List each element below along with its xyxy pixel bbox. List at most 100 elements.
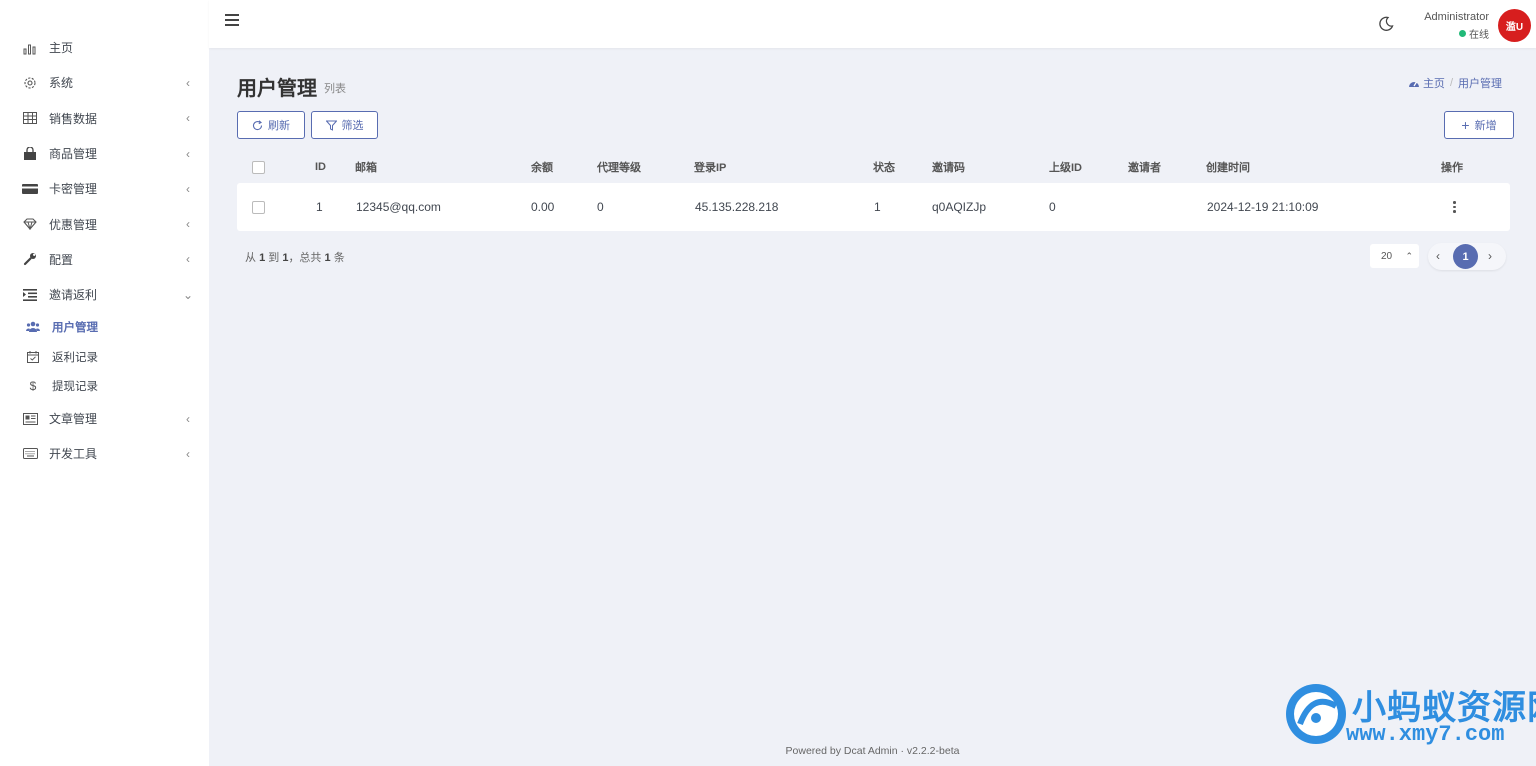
pagination-summary: 从 1 到 1，总共 1 条 — [245, 249, 345, 265]
sidebar-subitem-label: 返利记录 — [52, 351, 98, 364]
row-checkbox[interactable] — [252, 183, 265, 231]
sidebar-subitem-withdraw-records[interactable]: $ 提现记录 — [0, 371, 209, 401]
column-header-invite-code: 邀请码 — [932, 162, 965, 174]
sidebar-item-products[interactable]: 商品管理 ‹ — [0, 136, 209, 171]
newspaper-icon — [22, 411, 38, 427]
keyboard-icon — [22, 446, 38, 462]
column-header-agent-level: 代理等级 — [597, 162, 641, 174]
sidebar-item-system[interactable]: 系统 ‹ — [0, 65, 209, 100]
breadcrumb-home-label: 主页 — [1422, 78, 1445, 90]
current-page-button[interactable]: 1 — [1453, 244, 1478, 269]
avatar[interactable]: 滥U — [1498, 9, 1531, 42]
sidebar-item-label: 商品管理 — [49, 147, 98, 162]
per-page-value: 20 — [1381, 250, 1393, 262]
pagination-control: ‹ 1 › — [1428, 243, 1506, 270]
user-status-label: 在线 — [1469, 30, 1489, 41]
sidebar-item-label: 销售数据 — [49, 111, 98, 126]
breadcrumb-separator: / — [1449, 77, 1453, 89]
column-header-balance: 余额 — [531, 162, 553, 174]
sidebar-item-dev-tools[interactable]: 开发工具 ‹ — [0, 436, 209, 471]
users-icon — [26, 320, 40, 334]
table-icon — [22, 110, 38, 126]
column-header-actions: 操作 — [1441, 162, 1463, 174]
filter-icon — [325, 120, 337, 131]
sidebar-item-home[interactable]: 主页 — [0, 30, 209, 65]
plus-icon: + — [1461, 117, 1470, 133]
sidebar-item-sales-data[interactable]: 销售数据 ‹ — [0, 101, 209, 136]
add-new-button[interactable]: + 新增 — [1444, 111, 1514, 139]
sidebar-item-label: 文章管理 — [49, 412, 98, 427]
sidebar-item-articles[interactable]: 文章管理 ‹ — [0, 401, 209, 436]
shopping-bag-icon — [22, 146, 38, 162]
summary-unit: 条 — [333, 252, 345, 264]
chevron-left-icon: ‹ — [186, 111, 190, 126]
sidebar-item-label: 主页 — [49, 41, 74, 56]
cell-created-at: 2024-12-19 21:10:09 — [1207, 200, 1319, 214]
online-dot-icon — [1459, 30, 1466, 37]
cell-email: 12345@qq.com — [356, 200, 441, 214]
sidebar-item-label: 系统 — [49, 76, 74, 91]
summary-from-label: 从 — [245, 252, 256, 264]
add-new-label: 新增 — [1474, 120, 1497, 132]
sidebar-subitem-label: 提现记录 — [52, 381, 98, 394]
indent-list-icon — [22, 287, 38, 303]
column-header-id[interactable]: ID — [315, 152, 326, 182]
column-header-parent-id: 上级ID — [1049, 162, 1082, 174]
chevron-up-icon: ⌃ — [1405, 250, 1413, 261]
user-name[interactable]: Administrator — [1424, 11, 1489, 23]
sidebar-submenu: 用户管理 返利记录 $ 提现记录 — [0, 312, 209, 401]
menu-toggle-icon[interactable] — [225, 14, 239, 26]
cell-parent-id: 0 — [1049, 200, 1056, 214]
refresh-label: 刷新 — [268, 120, 290, 132]
wrench-icon — [22, 251, 38, 267]
refresh-button[interactable]: 刷新 — [237, 111, 305, 139]
page-title: 用户管理 — [237, 78, 317, 100]
cell-status: 1 — [874, 200, 881, 214]
sidebar-item-discounts[interactable]: 优惠管理 ‹ — [0, 206, 209, 241]
user-status: 在线 — [1459, 26, 1489, 41]
sidebar-item-card-keys[interactable]: 卡密管理 ‹ — [0, 171, 209, 206]
sidebar-subitem-rebate-records[interactable]: 返利记录 — [0, 342, 209, 372]
sidebar-item-label: 邀请返利 — [49, 288, 98, 303]
summary-total-label: ，总共 — [288, 252, 322, 264]
chevron-down-icon: ⌄ — [183, 287, 194, 302]
sidebar-item-config[interactable]: 配置 ‹ — [0, 242, 209, 277]
select-all-checkbox[interactable] — [252, 152, 265, 182]
table-row: 1 12345@qq.com 0.00 0 45.135.228.218 1 q… — [237, 183, 1510, 231]
column-header-login-ip: 登录IP — [694, 162, 727, 174]
sidebar-subitem-label: 用户管理 — [52, 322, 98, 335]
table-header: ID 邮箱 余额 代理等级 登录IP 状态 邀请码 上级ID 邀请者 创建时间 … — [237, 152, 1514, 182]
watermark: 小蚂蚁资源网 www.xmy7.com — [1280, 678, 1536, 766]
dashboard-icon — [1408, 81, 1419, 87]
filter-button[interactable]: 筛选 — [311, 111, 378, 139]
sidebar-menu: 主页 系统 ‹ 销售数据 ‹ 商品管理 ‹ 卡密管理 ‹ 优惠管理 ‹ 配置 ‹… — [0, 0, 209, 312]
sidebar-item-invite-rebate[interactable]: 邀请返利 ⌄ — [0, 277, 209, 312]
breadcrumb-home[interactable]: 主页 — [1408, 75, 1445, 91]
calendar-check-icon — [26, 350, 40, 364]
chevron-left-icon: ‹ — [186, 146, 190, 161]
dollar-icon: $ — [29, 379, 37, 394]
sidebar-item-label: 开发工具 — [49, 447, 98, 462]
gear-icon — [22, 75, 38, 91]
sidebar-menu-rest: 文章管理 ‹ 开发工具 ‹ — [0, 401, 209, 472]
top-navbar: Administrator 在线 滥U — [209, 0, 1536, 48]
chevron-left-icon: ‹ — [186, 446, 190, 461]
column-header-inviter: 邀请者 — [1128, 162, 1161, 174]
chevron-left-icon: ‹ — [186, 252, 190, 267]
prev-page-icon[interactable]: ‹ — [1436, 249, 1440, 263]
filter-label: 筛选 — [341, 120, 364, 132]
cell-balance: 0.00 — [531, 200, 555, 214]
chevron-left-icon: ‹ — [186, 75, 190, 90]
next-page-icon[interactable]: › — [1488, 249, 1492, 263]
breadcrumb-current: 用户管理 — [1458, 78, 1502, 90]
row-actions-menu-icon[interactable] — [1453, 183, 1456, 231]
cell-id: 1 — [316, 200, 323, 214]
summary-total: 1 — [324, 252, 331, 264]
sidebar-item-label: 卡密管理 — [49, 182, 98, 197]
watermark-logo-icon — [1286, 684, 1346, 744]
dark-mode-toggle-icon[interactable] — [1378, 16, 1396, 34]
per-page-select[interactable]: 20 ⌃ — [1370, 244, 1419, 268]
sidebar-subitem-user-management[interactable]: 用户管理 — [0, 312, 209, 342]
diamond-icon — [22, 216, 38, 232]
page-subtitle: 列表 — [324, 83, 346, 95]
